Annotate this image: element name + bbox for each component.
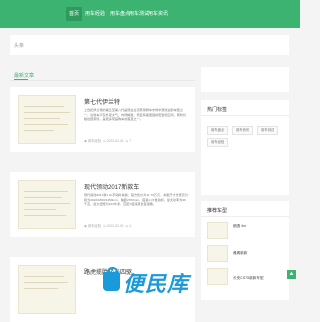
sidebar-recommend-panel: 推荐车型 朗逸 4m 雅阁新款 长安CS75新款车型	[201, 201, 289, 300]
watermark-text: 便民库	[123, 273, 189, 296]
back-to-top-button[interactable]: ▲	[287, 270, 296, 279]
nav-item-news[interactable]: 用车资讯	[145, 7, 171, 21]
article-title[interactable]: 第七代伊兰特	[84, 97, 120, 106]
eye-icon: ◎	[125, 224, 129, 228]
nav-item-experience[interactable]: 用车经验	[82, 7, 108, 21]
recommend-heading: 推荐车型	[207, 208, 228, 214]
watermark-logo: 便民库	[103, 262, 213, 300]
article-meta: ◉ 用车经验 ◷ 2023-02-24 ◎ 7	[84, 138, 131, 143]
tag-link[interactable]: 用车资讯	[232, 126, 254, 135]
search-input[interactable]	[14, 41, 164, 50]
article-date: 2023-02-24	[106, 139, 124, 143]
article-author: 用车经验	[87, 224, 101, 228]
tag-link[interactable]: 用车盘点	[207, 126, 229, 135]
article-excerpt: 现代领动2017款1.4L手动时尚版，官方售价为11.79万元，车型尺寸长宽高分…	[84, 193, 188, 207]
recommend-divider	[201, 216, 289, 217]
article-thumbnail[interactable]	[18, 265, 76, 314]
section-divider	[10, 80, 195, 81]
clock-icon: ◷	[102, 139, 106, 143]
recommend-title[interactable]: 雅阁新款	[233, 251, 247, 256]
article-thumbnail[interactable]	[18, 95, 76, 144]
tag-link[interactable]: 用车经验	[207, 138, 229, 147]
arrow-up-icon: ▲	[288, 271, 295, 277]
article-date: 2023-02-24	[106, 224, 124, 228]
article-thumbnail[interactable]	[18, 180, 76, 229]
top-nav-bar: 首页 用车经验 用车盘点 用车测试 用车资讯	[0, 0, 300, 28]
article-card[interactable]: 第七代伊兰特 上世纪伊兰特的第五至第八代是现在主流家用轿车市场中受欢迎的车型之一…	[10, 87, 195, 152]
article-views: 7	[129, 139, 132, 143]
recommend-title[interactable]: 长安CS75新款车型	[233, 276, 264, 281]
article-card[interactable]: 现代领动2017新款车 现代领动2017款1.4L手动时尚版，官方售价为11.7…	[10, 172, 195, 237]
author-icon: ◉	[84, 224, 87, 228]
section-underline	[14, 79, 28, 80]
article-author: 用车经验	[87, 139, 101, 143]
shopping-bag-icon	[103, 267, 120, 291]
article-views: 4	[129, 224, 132, 228]
eye-icon: ◎	[125, 139, 129, 143]
author-icon: ◉	[84, 139, 87, 143]
article-title[interactable]: 现代领动2017新款车	[84, 182, 139, 191]
tags-divider	[201, 115, 289, 116]
search-box	[10, 35, 289, 55]
tags-heading: 热门标签	[207, 107, 228, 113]
nav-item-home[interactable]: 首页	[66, 7, 83, 21]
recommend-thumbnail[interactable]	[207, 245, 228, 262]
article-excerpt: 上世纪伊兰特的第五至第八代是现在主流家用轿车市场中受欢迎的车型之一，这款车不仅外…	[84, 108, 187, 122]
recommend-thumbnail[interactable]	[207, 222, 228, 239]
sidebar-tags-panel: 热门标签 用车盘点 用车资讯 用车测试 用车经验	[201, 100, 289, 195]
recommend-title[interactable]: 朗逸 4m	[233, 224, 246, 229]
clock-icon: ◷	[102, 224, 106, 228]
sidebar-blank-panel	[201, 67, 289, 92]
article-meta: ◉ 用车经验 ◷ 2023-02-24 ◎ 4	[84, 223, 131, 228]
section-title: 最新文章	[14, 73, 35, 79]
tag-link[interactable]: 用车测试	[257, 126, 279, 135]
